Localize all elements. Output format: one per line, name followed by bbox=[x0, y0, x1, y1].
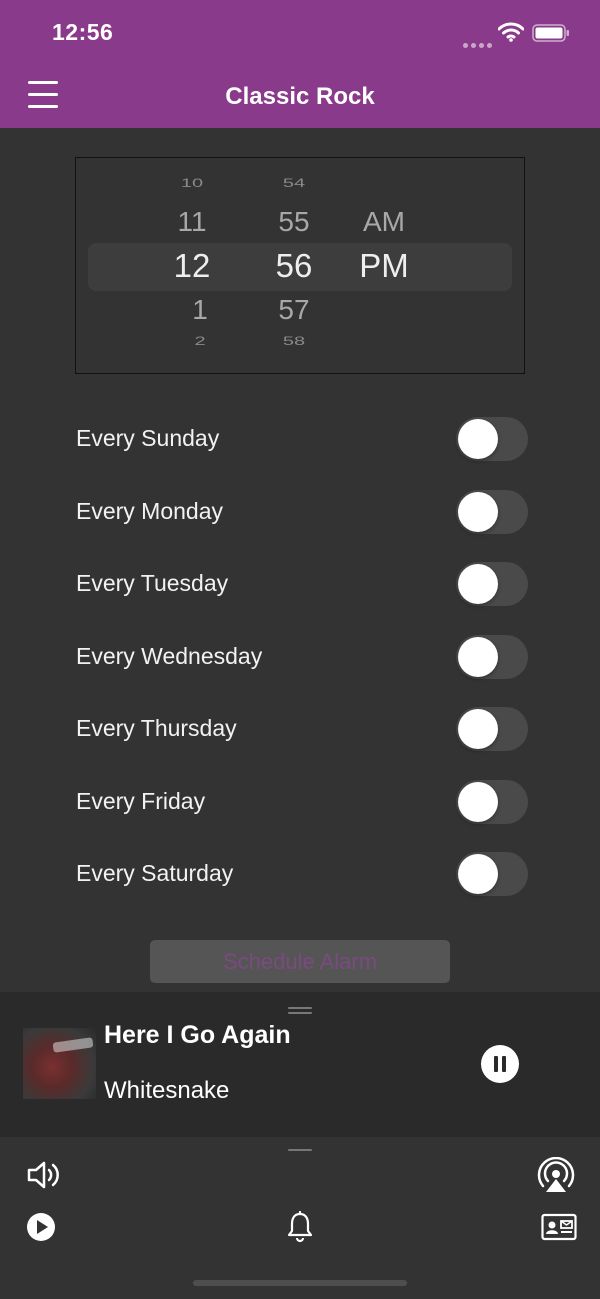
hour-option[interactable]: 2 bbox=[170, 335, 230, 349]
friday-toggle[interactable] bbox=[456, 780, 528, 824]
day-row-friday: Every Friday bbox=[76, 780, 528, 826]
day-label: Every Wednesday bbox=[76, 643, 263, 669]
monday-toggle[interactable] bbox=[456, 490, 528, 534]
period-selected[interactable]: PM bbox=[354, 247, 414, 285]
status-time: 12:56 bbox=[52, 19, 114, 45]
day-label: Every Sunday bbox=[76, 425, 220, 451]
day-label: Every Saturday bbox=[76, 860, 234, 886]
album-art bbox=[23, 1028, 96, 1099]
day-label: Every Thursday bbox=[76, 715, 237, 741]
tuesday-toggle[interactable] bbox=[456, 562, 528, 606]
hour-option[interactable]: 10 bbox=[162, 177, 222, 191]
day-label: Every Tuesday bbox=[76, 570, 229, 596]
hour-selected[interactable]: 12 bbox=[162, 247, 222, 285]
minute-option[interactable]: 58 bbox=[264, 335, 324, 349]
day-label: Every Monday bbox=[76, 498, 224, 524]
drag-handle-icon[interactable] bbox=[288, 1149, 312, 1157]
now-playing-bar[interactable]: Here I Go Again Whitesnake bbox=[0, 992, 600, 1137]
navigation-bar: Classic Rock bbox=[0, 68, 600, 128]
day-label: Every Friday bbox=[76, 788, 206, 814]
hour-option[interactable]: 11 bbox=[162, 206, 222, 238]
battery-icon bbox=[532, 24, 569, 42]
home-indicator bbox=[193, 1280, 407, 1286]
minute-selected[interactable]: 56 bbox=[264, 247, 324, 285]
play-icon[interactable] bbox=[26, 1212, 56, 1242]
volume-icon[interactable] bbox=[26, 1159, 64, 1191]
schedule-alarm-button[interactable]: Schedule Alarm bbox=[150, 940, 450, 983]
minute-option[interactable]: 54 bbox=[264, 177, 324, 191]
hour-option[interactable]: 1 bbox=[170, 294, 230, 326]
status-bar: 12:56 bbox=[0, 0, 600, 68]
pause-icon[interactable] bbox=[481, 1045, 519, 1083]
track-title: Here I Go Again bbox=[104, 1021, 291, 1049]
cellular-signal-icon bbox=[463, 35, 495, 53]
day-row-saturday: Every Saturday bbox=[76, 852, 528, 898]
sunday-toggle[interactable] bbox=[456, 417, 528, 461]
wednesday-toggle[interactable] bbox=[456, 635, 528, 679]
bell-icon[interactable] bbox=[286, 1211, 314, 1243]
time-picker[interactable]: 10 11 12 1 2 54 55 56 57 58 AM PM bbox=[75, 157, 525, 374]
track-artist: Whitesnake bbox=[104, 1077, 230, 1104]
thursday-toggle[interactable] bbox=[456, 707, 528, 751]
day-row-sunday: Every Sunday bbox=[76, 417, 528, 463]
contact-card-icon[interactable] bbox=[541, 1213, 577, 1241]
day-row-thursday: Every Thursday bbox=[76, 707, 528, 753]
day-row-tuesday: Every Tuesday bbox=[76, 562, 528, 608]
drag-handle-icon[interactable] bbox=[288, 1007, 312, 1015]
period-option[interactable]: AM bbox=[354, 206, 414, 238]
page-title: Classic Rock bbox=[225, 83, 375, 110]
minute-option[interactable]: 57 bbox=[264, 294, 324, 326]
day-row-wednesday: Every Wednesday bbox=[76, 635, 528, 681]
airplay-icon[interactable] bbox=[536, 1157, 576, 1195]
minute-option[interactable]: 55 bbox=[264, 206, 324, 238]
bottom-toolbar bbox=[0, 1137, 600, 1299]
day-row-monday: Every Monday bbox=[76, 490, 528, 536]
wifi-icon bbox=[498, 22, 524, 42]
saturday-toggle[interactable] bbox=[456, 852, 528, 896]
